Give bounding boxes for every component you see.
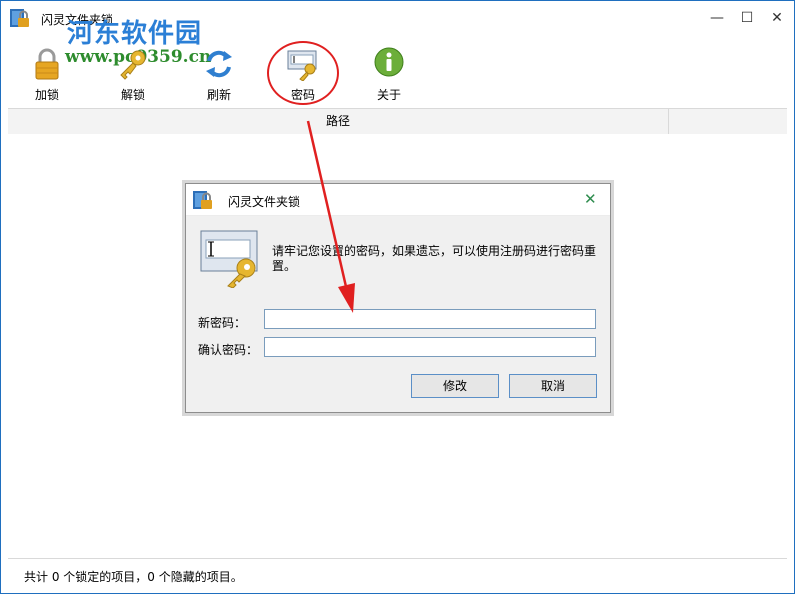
close-button[interactable]: ✕ xyxy=(763,7,791,29)
unlock-label: 解锁 xyxy=(120,88,145,102)
lock-button[interactable]: 加锁 xyxy=(17,47,77,103)
cancel-button[interactable]: 取消 xyxy=(509,374,597,398)
status-bar-text: 共计 0 个锁定的项目，0 个隐藏的项目。 xyxy=(24,570,243,584)
table-header: 路径 xyxy=(8,108,787,135)
dialog-title-bar: 闪灵文件夹锁 ✕ xyxy=(186,184,610,216)
about-button[interactable]: 关于 xyxy=(359,47,419,103)
password-dialog: 闪灵文件夹锁 ✕ 请牢记您设置的密码，如果遗忘，可以使用注册码进行密码重置。 新… xyxy=(185,183,611,413)
folder-lock-icon xyxy=(10,9,29,27)
dialog-title: 闪灵文件夹锁 xyxy=(228,195,301,209)
modify-button[interactable]: 修改 xyxy=(411,374,499,398)
confirm-password-label: 确认密码： xyxy=(198,343,259,357)
password-icon xyxy=(200,230,258,288)
app-window: 闪灵文件夹锁 — ☐ ✕ 河东软件园 www.pc0359.cn 加锁 解锁 刷… xyxy=(0,0,795,594)
refresh-button[interactable]: 刷新 xyxy=(189,47,249,103)
unlock-button[interactable]: 解锁 xyxy=(103,47,163,103)
new-password-label: 新密码： xyxy=(198,316,247,330)
column-header-path[interactable]: 路径 xyxy=(8,109,669,134)
refresh-icon xyxy=(206,50,232,78)
key-icon xyxy=(120,50,146,80)
refresh-label: 刷新 xyxy=(206,88,231,102)
maximize-button[interactable]: ☐ xyxy=(733,7,761,29)
confirm-password-input[interactable] xyxy=(264,337,596,357)
dialog-message: 请牢记您设置的密码，如果遗忘，可以使用注册码进行密码重置。 xyxy=(272,244,597,273)
minimize-button[interactable]: — xyxy=(703,7,731,29)
watermark-site-name: 河东软件园 xyxy=(67,19,203,49)
info-icon xyxy=(374,47,404,77)
folder-lock-icon xyxy=(193,191,212,209)
dialog-close-button[interactable]: ✕ xyxy=(584,190,597,208)
lock-icon xyxy=(35,48,59,80)
dialog-body: 请牢记您设置的密码，如果遗忘，可以使用注册码进行密码重置。 新密码： 确认密码：… xyxy=(186,216,610,412)
highlight-circle-annotation xyxy=(267,41,339,105)
lock-label: 加锁 xyxy=(34,88,59,102)
new-password-input[interactable] xyxy=(264,309,596,329)
about-label: 关于 xyxy=(376,88,401,102)
